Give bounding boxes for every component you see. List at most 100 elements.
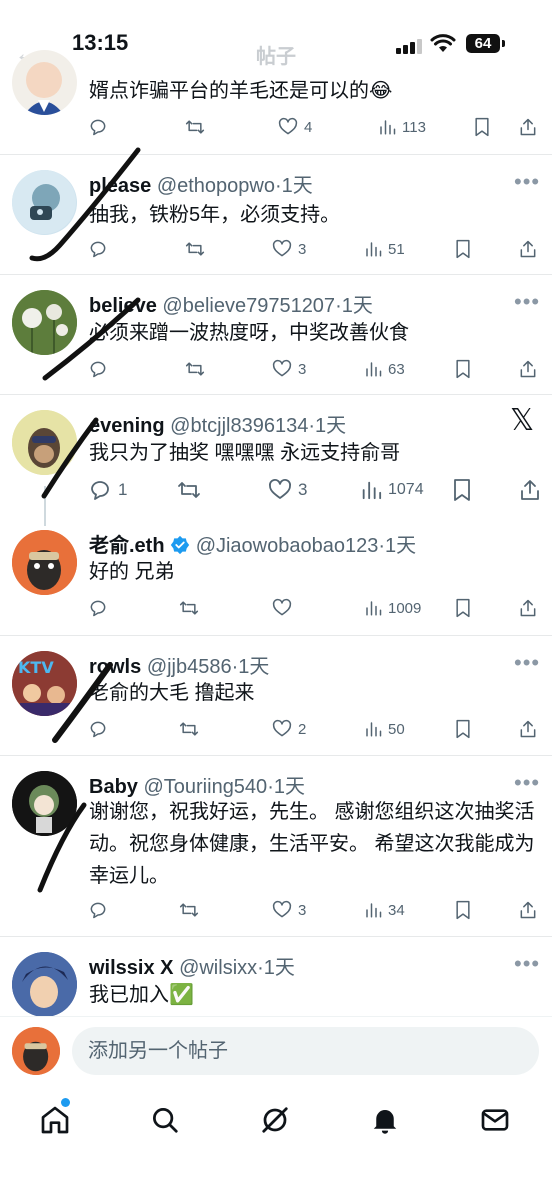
handle[interactable]: @Jiaowobaobao123 (196, 535, 379, 557)
tab-grok[interactable] (255, 1100, 295, 1140)
bookmark-icon (475, 117, 489, 137)
reply-button[interactable]: 1 (88, 477, 127, 503)
action-bar: 1009 (88, 595, 548, 621)
handle[interactable]: @wilsixx (179, 957, 257, 979)
views-button[interactable]: 113 (378, 114, 426, 140)
handle[interactable]: @ethopopwo (157, 175, 275, 197)
bookmark-button[interactable] (473, 114, 491, 140)
reply-believe[interactable]: believe @believe79751207·1天 ••• 必须来蹭一波热度… (0, 275, 552, 394)
reply-button[interactable] (88, 897, 108, 923)
like-button[interactable]: 3 (272, 236, 306, 262)
avatar[interactable]: KTV (12, 651, 77, 716)
composer-avatar[interactable] (12, 1027, 60, 1075)
view-count: 113 (402, 118, 426, 136)
reply-button[interactable] (88, 716, 108, 742)
repost-button[interactable] (178, 716, 200, 742)
bookmark-icon (456, 900, 470, 920)
avatar[interactable] (12, 771, 77, 836)
wifi-icon (430, 34, 456, 52)
reply-icon (90, 361, 106, 378)
reply-please[interactable]: please @ethopopwo·1天 ••• 抽我，铁粉5年，必须支持。 3… (0, 155, 552, 274)
avatar[interactable] (12, 952, 77, 1017)
tab-search[interactable] (145, 1100, 185, 1140)
like-count: 3 (298, 240, 307, 258)
bookmark-button[interactable] (452, 477, 472, 503)
tweet-text: 好的 兄弟 (89, 561, 175, 583)
repost-button[interactable] (184, 114, 206, 140)
views-button[interactable]: 34 (364, 897, 405, 923)
like-button[interactable]: 2 (272, 716, 306, 742)
display-name[interactable]: evening (89, 415, 165, 437)
tab-home[interactable] (35, 1100, 75, 1140)
views-button[interactable]: 50 (364, 716, 405, 742)
status-bar: 13:15 ← 帖子 64 (0, 0, 552, 70)
repost-button[interactable] (178, 897, 200, 923)
like-button[interactable]: 3 (268, 477, 307, 503)
more-options-icon[interactable]: ••• (514, 951, 540, 977)
bookmark-button[interactable] (454, 236, 472, 262)
like-button[interactable]: 3 (272, 356, 306, 382)
views-button[interactable]: 63 (364, 356, 405, 382)
like-button[interactable]: 3 (272, 897, 306, 923)
tweet-top[interactable]: 婿点诈骗平台的羊毛还是可以的😂 4 113 (0, 50, 552, 154)
x-logo-icon[interactable]: 𝕏 (510, 403, 534, 438)
display-name[interactable]: believe (89, 295, 157, 317)
reply-rowls[interactable]: KTV rowls @jjb4586·1天 ••• 老俞的大毛 撸起来 2 50 (0, 636, 552, 754)
repost-icon (185, 362, 205, 376)
avatar[interactable] (12, 530, 77, 595)
display-name[interactable]: wilssix X (89, 957, 174, 979)
repost-button[interactable] (178, 595, 200, 621)
bookmark-button[interactable] (454, 356, 472, 382)
avatar[interactable] (12, 50, 77, 115)
avatar[interactable] (12, 170, 77, 235)
more-options-icon[interactable]: ••• (514, 770, 540, 796)
timestamp: ·1天 (257, 957, 295, 979)
tweet-text: 谢谢您，祝我好运，先生。 感谢您组织这次抽奖活动。祝您身体健康，生活平安。 希望… (89, 801, 535, 887)
share-button[interactable] (518, 114, 538, 140)
reply-laoyu[interactable]: 老俞.eth @Jiaowobaobao123·1天 好的 兄弟 1009 (0, 516, 552, 634)
avatar[interactable] (12, 410, 77, 475)
share-button[interactable] (518, 356, 538, 382)
handle[interactable]: @btcjjl8396134 (170, 415, 308, 437)
repost-button[interactable] (184, 356, 206, 382)
bookmark-button[interactable] (454, 595, 472, 621)
share-button[interactable] (518, 595, 538, 621)
tab-notifications[interactable] (365, 1100, 405, 1140)
repost-button[interactable] (184, 236, 206, 262)
reply-input[interactable]: 添加另一个帖子 (72, 1027, 539, 1075)
display-name[interactable]: 老俞.eth (89, 535, 165, 557)
views-button[interactable]: 1009 (364, 595, 421, 621)
more-options-icon[interactable]: ••• (514, 289, 540, 315)
like-button[interactable]: 4 (278, 114, 312, 140)
reply-icon (90, 241, 106, 258)
tab-messages[interactable] (475, 1100, 515, 1140)
reply-baby[interactable]: Baby @Touriing540·1天 ••• 谢谢您，祝我好运，先生。 感谢… (0, 756, 552, 936)
repost-button[interactable] (176, 477, 202, 503)
share-button[interactable] (518, 897, 538, 923)
views-button[interactable]: 51 (364, 236, 405, 262)
share-button[interactable] (518, 477, 542, 503)
reply-button[interactable] (88, 595, 108, 621)
share-button[interactable] (518, 716, 538, 742)
avatar[interactable] (12, 290, 77, 355)
reply-button[interactable] (88, 114, 108, 140)
handle[interactable]: @jjb4586 (147, 656, 232, 678)
display-name[interactable]: rowls (89, 656, 141, 678)
more-options-icon[interactable]: ••• (514, 169, 540, 195)
reply-button[interactable] (88, 236, 114, 262)
reply-evening[interactable]: evening @btcjjl8396134·1天 𝕏 我只为了抽奖 嘿嘿嘿 永… (0, 395, 552, 515)
reply-button[interactable] (88, 356, 114, 382)
share-button[interactable] (518, 236, 538, 262)
views-button[interactable]: 1074 (360, 477, 424, 503)
display-name[interactable]: please (89, 175, 151, 197)
view-count: 50 (388, 720, 405, 738)
display-name[interactable]: Baby (89, 776, 138, 798)
more-options-icon[interactable]: ••• (514, 650, 540, 676)
handle[interactable]: @Touriing540 (143, 776, 267, 798)
reply-wilssix[interactable]: wilssix X @wilsixx·1天 ••• 我已加入✅ (0, 937, 552, 1017)
handle[interactable]: @believe79751207 (162, 295, 335, 317)
bookmark-button[interactable] (454, 897, 472, 923)
notification-dot (61, 1098, 70, 1107)
like-button[interactable] (272, 595, 292, 621)
bookmark-button[interactable] (454, 716, 472, 742)
